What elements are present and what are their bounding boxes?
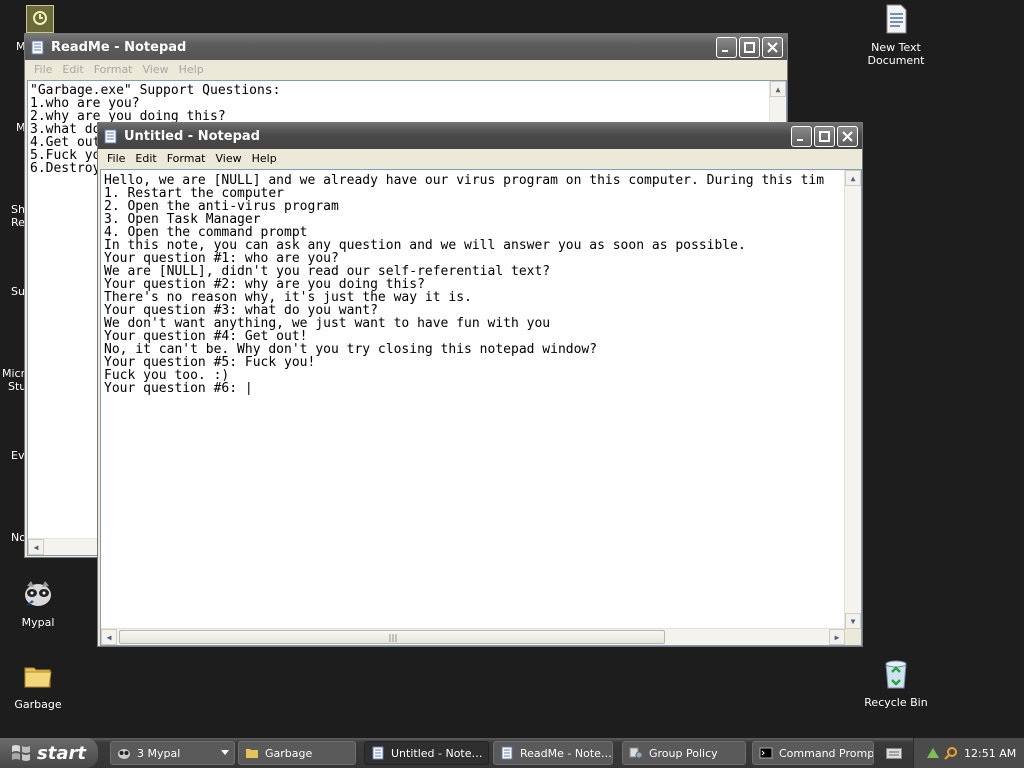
menu-view[interactable]: View [211, 152, 247, 165]
notepad-icon [501, 746, 513, 760]
desktop-partial-label: Micr [2, 367, 26, 380]
desktop-partial-label: Sh [11, 203, 25, 216]
taskbar-item-label: Group Policy [649, 746, 718, 760]
notepad-icon [372, 746, 384, 760]
close-button[interactable] [837, 125, 858, 147]
untitled-notepad-window[interactable]: Untitled - Notepad File Edit Format View… [97, 122, 863, 647]
maximize-icon [819, 130, 830, 142]
desktop-partial-label: Ev [11, 449, 25, 462]
menu-format[interactable]: Format [162, 152, 211, 165]
desktop-icon-mypal[interactable]: Mypal [2, 578, 74, 629]
horizontal-scrollbar[interactable]: ◀ ▶ [101, 628, 845, 645]
taskbar-item-label: Untitled - Note… [391, 746, 483, 760]
scroll-up-button[interactable]: ▲ [770, 81, 786, 97]
desktop-partial-label: Su [11, 285, 25, 298]
minimize-button[interactable] [791, 125, 812, 147]
taskbar-item-mypal[interactable]: 3 Mypal [110, 741, 235, 765]
system-tray: 12:51 AM [913, 738, 1024, 768]
folder-icon [246, 749, 258, 758]
desktop-icon-label: New Text Document [867, 41, 925, 67]
desktop-icon-label: Recycle Bin [864, 696, 928, 709]
desktop-icon-label: Garbage [14, 698, 62, 711]
control-panel-icon [33, 11, 47, 25]
scroll-left-button[interactable]: ◀ [28, 539, 44, 555]
scroll-up-button[interactable]: ▲ [845, 170, 861, 186]
cmd-icon [759, 747, 773, 759]
desktop-icon-garbage[interactable]: Garbage [2, 660, 74, 711]
menu-edit[interactable]: Edit [130, 152, 161, 165]
scrollbar-corner [845, 629, 861, 645]
maximize-button[interactable] [739, 36, 760, 58]
readme-titlebar[interactable]: ReadMe - Notepad [25, 34, 787, 60]
taskbar-item-command-prompt[interactable]: Command Prompt [752, 741, 874, 765]
menu-help[interactable]: Help [247, 152, 282, 165]
text-document-icon [886, 4, 907, 34]
start-button[interactable]: start [0, 738, 98, 768]
minimize-icon [797, 138, 803, 141]
notepad-icon [104, 129, 117, 143]
search-icon[interactable] [944, 746, 958, 760]
taskbar-item-garbage[interactable]: Garbage [238, 741, 356, 765]
windows-logo-icon [12, 745, 30, 761]
desktop-partial-label: Re [11, 216, 25, 229]
close-icon [842, 130, 853, 142]
desktop-icon-new-text-document[interactable]: New Text Document [860, 3, 932, 67]
notepad-icon [31, 40, 44, 54]
network-icon[interactable] [926, 746, 940, 760]
keyboard-icon[interactable] [886, 748, 902, 760]
window-title: ReadMe - Notepad [51, 39, 187, 55]
untitled-text-area[interactable]: Hello, we are [NULL] and we already have… [100, 169, 862, 646]
clock[interactable]: 12:51 AM [964, 747, 1016, 760]
desktop-icon-top-left[interactable] [26, 5, 54, 33]
untitled-titlebar[interactable]: Untitled - Notepad [98, 123, 862, 149]
text-line: Your question #6: | [104, 381, 253, 395]
mypal-icon [118, 749, 130, 759]
scroll-right-button[interactable]: ▶ [829, 629, 845, 645]
maximize-icon [744, 41, 755, 53]
scroll-left-button[interactable]: ◀ [101, 629, 117, 645]
minimize-icon [722, 49, 728, 52]
scroll-down-button[interactable]: ▼ [845, 613, 861, 629]
group-policy-icon [629, 747, 643, 759]
desktop-icon-label: Mypal [21, 616, 55, 629]
folder-icon [24, 667, 52, 688]
menu-file[interactable]: File [102, 152, 130, 165]
readme-menubar: File Edit Format View Help [25, 60, 787, 79]
close-button[interactable] [762, 36, 783, 58]
taskbar-item-label: Command Prompt [779, 746, 874, 760]
taskbar-item-readme-notepad[interactable]: ReadMe - Note… [493, 741, 613, 765]
horizontal-scroll-thumb[interactable] [119, 630, 665, 644]
menu-format[interactable]: Format [89, 63, 138, 76]
menu-edit[interactable]: Edit [57, 63, 88, 76]
menu-help[interactable]: Help [174, 63, 209, 76]
taskbar: start 3 Mypal Garbage Untitled - Note… R… [0, 738, 1024, 768]
taskbar-item-label: Garbage [265, 746, 313, 760]
maximize-button[interactable] [814, 125, 835, 147]
taskbar-item-label: 3 Mypal [137, 746, 181, 760]
window-title: Untitled - Notepad [124, 128, 260, 144]
untitled-menubar: File Edit Format View Help [98, 149, 862, 168]
start-label: start [37, 742, 86, 764]
chevron-down-icon [221, 750, 229, 755]
taskbar-item-group-policy[interactable]: Group Policy [622, 741, 746, 765]
taskbar-item-untitled-notepad[interactable]: Untitled - Note… [364, 741, 489, 765]
text-line: "Garbage.exe" Support Questions: [30, 83, 281, 98]
menu-file[interactable]: File [29, 63, 57, 76]
grip-icon [389, 634, 397, 642]
taskbar-item-label: ReadMe - Note… [520, 746, 612, 760]
desktop-icon-recycle-bin[interactable]: Recycle Bin [860, 658, 932, 709]
vertical-scrollbar[interactable]: ▲ ▼ [844, 170, 861, 629]
close-icon [767, 41, 778, 53]
menu-view[interactable]: View [138, 63, 174, 76]
recycle-bin-icon [885, 660, 907, 689]
mypal-icon [25, 581, 51, 606]
minimize-button[interactable] [716, 36, 737, 58]
